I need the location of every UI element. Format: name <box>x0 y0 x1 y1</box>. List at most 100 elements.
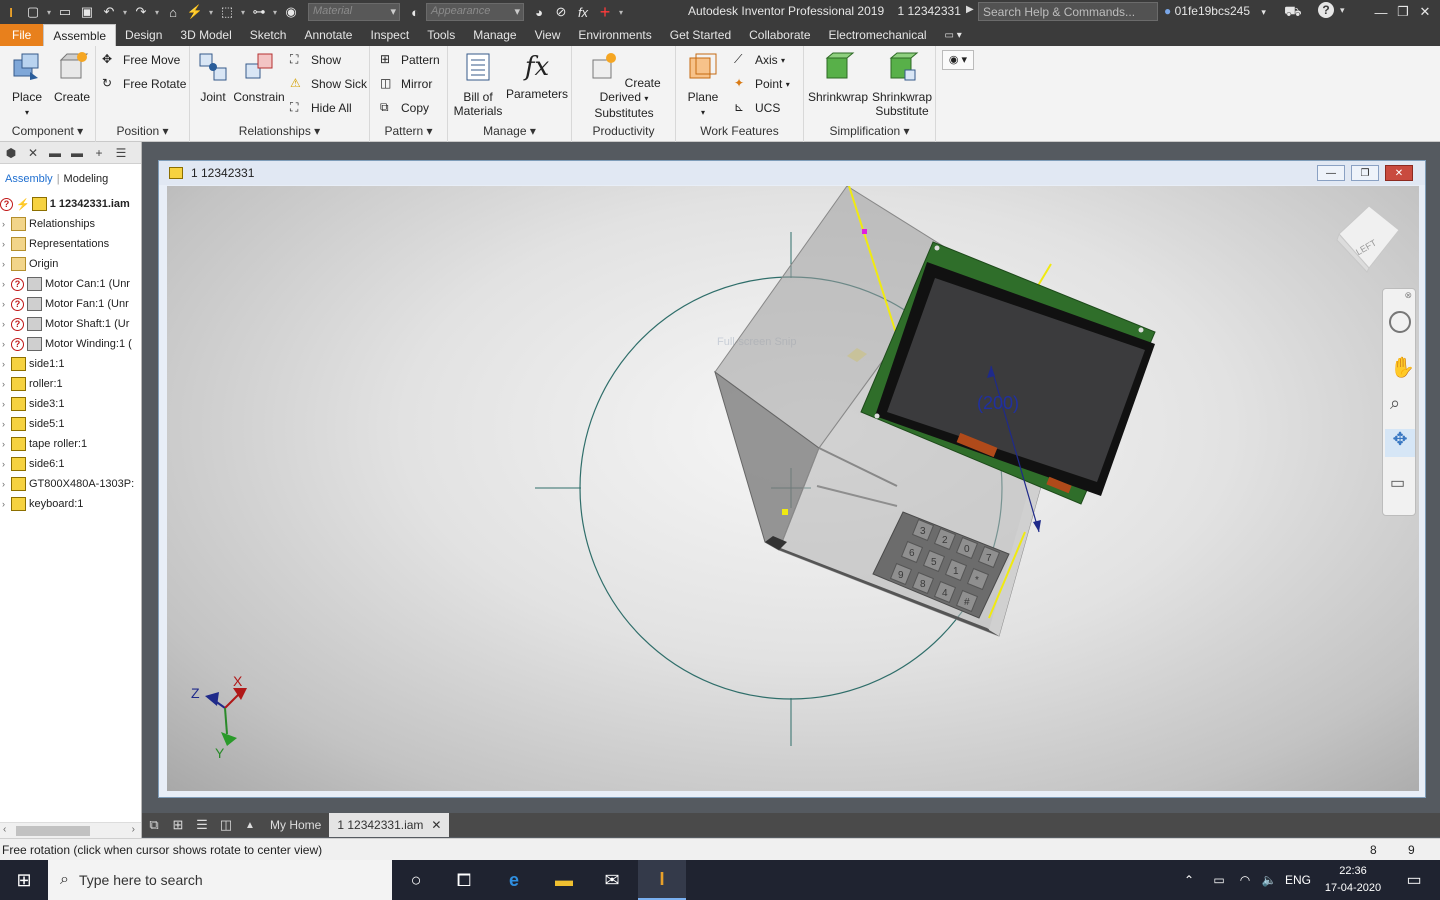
expand-chevron-icon[interactable]: › <box>2 399 11 409</box>
show-sick-button[interactable]: ⚠ Show Sick <box>290 73 367 95</box>
tab-get-started[interactable]: Get Started <box>661 24 740 46</box>
tab-sketch[interactable]: Sketch <box>241 24 296 46</box>
ribbon-overflow-button[interactable]: ◉ ▾ <box>942 50 974 70</box>
panel-title-relationships[interactable]: Relationships ▾ <box>190 124 369 138</box>
select-icon[interactable]: ⬚ <box>216 1 238 23</box>
inventor-logo-icon[interactable]: I <box>0 1 22 23</box>
expand-chevron-icon[interactable]: › <box>2 299 11 309</box>
tree-item[interactable]: ›? Motor Can:1 (Unr <box>0 274 141 294</box>
update-icon[interactable]: ⚡ <box>184 1 206 23</box>
tab-manage[interactable]: Manage <box>464 24 525 46</box>
edge-icon[interactable]: e <box>490 860 538 900</box>
joint-button[interactable]: Joint <box>194 50 232 104</box>
expand-chevron-icon[interactable]: › <box>2 359 11 369</box>
tile-horizontal-icon[interactable]: ☰ <box>190 813 214 837</box>
panel-title-component[interactable]: Component ▾ <box>0 124 95 138</box>
parameters-button[interactable]: fx Parameters <box>506 50 568 101</box>
expand-chevron-icon[interactable]: › <box>2 219 11 229</box>
tab-design[interactable]: Design <box>116 24 171 46</box>
browser-add-icon[interactable]: + <box>88 146 110 160</box>
place-button[interactable]: Place ▾ <box>6 50 48 120</box>
browser-horizontal-scrollbar[interactable]: ‹ › <box>0 822 141 838</box>
color-icon[interactable]: ◉ <box>280 1 302 23</box>
hide-all-button[interactable]: ⛶ Hide All <box>290 97 352 119</box>
doc-list-up-icon[interactable]: ▲ <box>238 813 262 837</box>
copy-button[interactable]: ⧉ Copy <box>380 97 429 119</box>
language-indicator[interactable]: ENG <box>1278 860 1318 900</box>
fx-icon[interactable]: fx <box>572 1 594 23</box>
tab-assemble[interactable]: Assemble <box>43 24 117 46</box>
plane-button[interactable]: Plane ▾ <box>682 50 724 120</box>
redo-dropdown-icon[interactable]: ▾ <box>152 8 162 17</box>
doc-minimize-icon[interactable]: — <box>1317 165 1345 181</box>
graphics-viewport[interactable]: Full-screen Snip 3692580147*# <box>167 186 1419 791</box>
expand-chevron-icon[interactable]: › <box>2 339 11 349</box>
user-account[interactable]: ● 01fe19bcs245 ▾ <box>1164 4 1266 18</box>
add-icon[interactable]: + <box>594 1 616 23</box>
steering-wheel-icon[interactable] <box>1389 311 1411 333</box>
point-button[interactable]: ✦ Point ▾ <box>734 73 790 95</box>
expand-chevron-icon[interactable]: › <box>2 319 11 329</box>
scroll-left-icon[interactable]: ‹ <box>3 824 6 835</box>
tree-item[interactable]: › roller:1 <box>0 374 141 394</box>
doc-tab-close-icon[interactable]: ✕ <box>431 818 441 832</box>
ribbon-display-toggle-icon[interactable]: ▭ ▾ <box>936 24 971 46</box>
tile-icon[interactable]: ⊞ <box>166 813 190 837</box>
taskbar-search[interactable]: ⌕ Type here to search <box>48 860 392 900</box>
browser-tab-modeling[interactable]: Modeling <box>64 173 109 185</box>
create-derived-substitutes-button[interactable]: Create Derived ▾ Substitutes <box>576 50 672 120</box>
cart-icon[interactable]: ⛟ <box>1284 3 1302 22</box>
viewcube[interactable]: LEFT <box>1336 205 1400 273</box>
windows-start-icon[interactable]: ⊞ <box>0 860 48 900</box>
tree-item[interactable]: › tape roller:1 <box>0 434 141 454</box>
panel-title-manage[interactable]: Manage ▾ <box>448 124 571 138</box>
ucs-button[interactable]: ⊾ UCS <box>734 97 780 119</box>
expand-chevron-icon[interactable]: › <box>2 379 11 389</box>
help-icon[interactable]: ? <box>1318 2 1334 18</box>
show-hidden-icons[interactable]: ⌃ <box>1174 860 1204 900</box>
notifications-icon[interactable]: ▭ <box>1390 860 1438 900</box>
clock[interactable]: 22:36 17-04-2020 <box>1318 863 1388 897</box>
browser-expand-icon[interactable]: ▬ <box>44 146 66 160</box>
panel-title-pattern[interactable]: Pattern ▾ <box>370 124 447 138</box>
browser-collapse-icon[interactable]: ▬ <box>66 146 88 160</box>
redo-icon[interactable]: ↷ <box>130 1 152 23</box>
bill-of-materials-button[interactable]: Bill of Materials <box>452 50 504 118</box>
tab-annotate[interactable]: Annotate <box>295 24 361 46</box>
navbar-close-icon[interactable]: ⊗ <box>1404 290 1412 301</box>
task-view-icon[interactable]: ⧠ <box>440 860 488 900</box>
cortana-icon[interactable]: ○ <box>392 860 440 900</box>
browser-close-icon[interactable]: ✕ <box>22 146 44 160</box>
tab-environments[interactable]: Environments <box>569 24 660 46</box>
material-combo[interactable]: Material <box>308 3 400 21</box>
shrinkwrap-button[interactable]: Shrinkwrap <box>806 50 870 104</box>
new-dropdown-icon[interactable]: ▾ <box>44 8 54 17</box>
tab-electromechanical[interactable]: Electromechanical <box>820 24 936 46</box>
tab-view[interactable]: View <box>526 24 570 46</box>
measure-icon[interactable]: ⊶ <box>248 1 270 23</box>
select-dropdown-icon[interactable]: ▾ <box>238 8 248 17</box>
axis-button[interactable]: ⟋ Axis ▾ <box>734 49 785 71</box>
appearance-globe-icon[interactable]: ◐ <box>404 1 426 23</box>
customize-quickaccess-icon[interactable]: ▾ <box>616 8 626 17</box>
expand-chevron-icon[interactable]: › <box>2 479 11 489</box>
document-window-titlebar[interactable]: 1 12342331 <box>159 161 1425 185</box>
pan-icon[interactable]: ✋ <box>1390 355 1415 380</box>
open-icon[interactable]: ▭ <box>54 1 76 23</box>
close-icon[interactable]: ✕ <box>1410 0 1440 24</box>
save-icon[interactable]: ▣ <box>76 1 98 23</box>
tab-tools[interactable]: Tools <box>418 24 464 46</box>
appearance-combo[interactable]: Appearance <box>426 3 524 21</box>
tree-item[interactable]: ›? Motor Fan:1 (Unr <box>0 294 141 314</box>
panel-title-position[interactable]: Position ▾ <box>96 124 189 138</box>
help-dropdown-icon[interactable]: ▾ <box>1340 5 1345 16</box>
tab-active-document[interactable]: 1 12342331.iam ✕ <box>329 813 450 837</box>
expand-chevron-icon[interactable]: › <box>2 239 11 249</box>
panel-title-simplification[interactable]: Simplification ▾ <box>804 124 935 138</box>
inventor-taskbar-icon[interactable]: I <box>638 860 686 900</box>
tree-item[interactable]: › side3:1 <box>0 394 141 414</box>
pattern-button[interactable]: ⊞ Pattern <box>380 49 440 71</box>
free-rotate-button[interactable]: ↻ Free Rotate <box>102 73 186 95</box>
browser-menu-icon[interactable]: ☰ <box>110 146 132 160</box>
tab-inspect[interactable]: Inspect <box>361 24 418 46</box>
